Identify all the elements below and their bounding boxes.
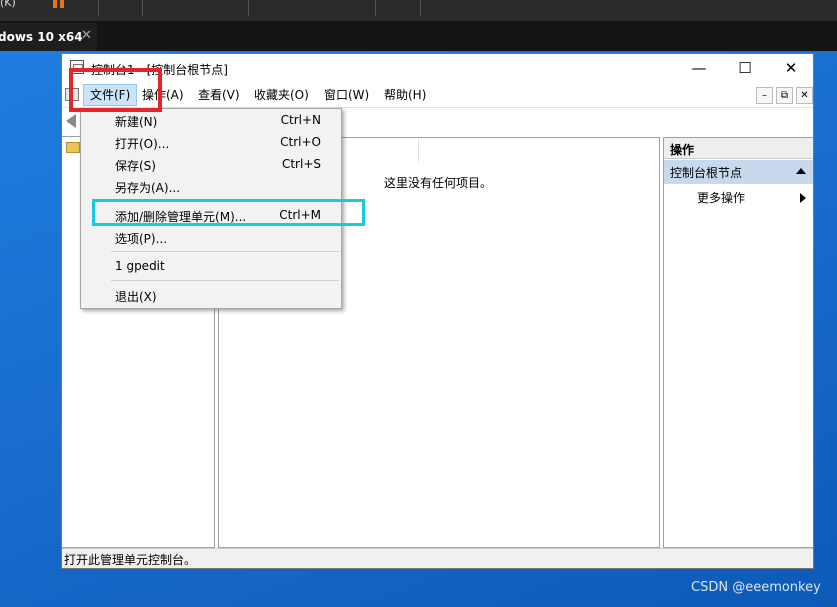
menu-item-shortcut: Ctrl+S — [281, 157, 321, 171]
back-arrow-icon[interactable] — [66, 114, 76, 128]
maximize-button[interactable]: ☐ — [734, 59, 756, 77]
menu-item-label: 保存(S) — [115, 159, 156, 173]
action-section-console-root[interactable]: 控制台根节点 — [664, 160, 813, 184]
pause-icon[interactable] — [53, 0, 65, 10]
status-bar: 打开此管理单元控制台。 — [62, 548, 813, 568]
toolbar-divider — [142, 0, 143, 16]
menu-bar: 文件(F) 操作(A) 查看(V) 收藏夹(O) 窗口(W) 帮助(H) – ⧉… — [62, 84, 813, 106]
collapse-arrow-icon[interactable] — [796, 168, 806, 174]
menu-favorites[interactable]: 收藏夹(O) — [248, 84, 315, 106]
vm-tab-label: dows 10 x64 — [0, 30, 83, 44]
highlight-add-remove-snapin — [92, 199, 365, 226]
menu-item-label: 另存为(A)... — [115, 181, 181, 195]
action-pane-header: 操作 — [664, 138, 813, 159]
host-tabbar: dows 10 x64 ✕ — [0, 21, 837, 51]
minimize-button[interactable]: — — [688, 59, 710, 77]
highlight-file-menu — [69, 68, 162, 112]
menu-item-save-as[interactable]: 另存为(A)... — [81, 176, 341, 198]
menu-item-label: 选项(P)... — [115, 232, 168, 246]
menu-item-recent-gpedit[interactable]: 1 gpedit — [81, 256, 341, 278]
menu-window[interactable]: 窗口(W) — [318, 84, 375, 106]
host-toolbar: (K) — [0, 0, 837, 21]
menu-separator — [111, 280, 339, 281]
menu-item-open[interactable]: 打开(O)... Ctrl+O — [81, 132, 341, 154]
toolbar-divider — [375, 0, 376, 16]
menu-item-label: 1 gpedit — [115, 259, 165, 273]
menu-item-new[interactable]: 新建(N) Ctrl+N — [81, 110, 341, 132]
more-actions-item[interactable]: 更多操作 — [697, 189, 745, 206]
menu-help[interactable]: 帮助(H) — [378, 84, 432, 106]
menu-view[interactable]: 查看(V) — [192, 84, 246, 106]
close-button[interactable]: ✕ — [780, 59, 802, 77]
action-pane: 操作 控制台根节点 更多操作 — [663, 137, 813, 548]
mdi-restore-button[interactable]: ⧉ — [776, 87, 793, 104]
menu-item-label: 打开(O)... — [115, 137, 170, 151]
empty-message: 这里没有任何项目。 — [384, 176, 493, 190]
menu-item-save[interactable]: 保存(S) Ctrl+S — [81, 154, 341, 176]
menu-item-exit[interactable]: 退出(X) — [81, 285, 341, 307]
submenu-arrow-icon[interactable] — [800, 193, 806, 203]
column-divider — [418, 138, 419, 162]
menu-item-options[interactable]: 选项(P)... — [81, 227, 341, 249]
mdi-minimize-button[interactable]: – — [756, 87, 773, 104]
toolbar-divider — [248, 0, 249, 16]
mdi-close-button[interactable]: ✕ — [796, 87, 813, 104]
menu-item-shortcut: Ctrl+O — [280, 135, 321, 149]
toolbar-divider — [98, 0, 99, 16]
host-toolbar-text: (K) — [0, 0, 16, 9]
status-text: 打开此管理单元控制台。 — [64, 553, 197, 567]
folder-icon[interactable] — [66, 142, 80, 153]
menu-item-label: 新建(N) — [115, 115, 158, 129]
vm-tab[interactable]: dows 10 x64 ✕ — [0, 23, 97, 51]
toolbar-divider — [420, 0, 421, 16]
close-icon[interactable]: ✕ — [81, 28, 92, 43]
title-bar: 控制台1 - [控制台根节点] — ☐ ✕ — [62, 54, 813, 84]
menu-item-shortcut: Ctrl+N — [280, 113, 321, 127]
watermark: CSDN @eeemonkey — [691, 580, 821, 595]
menu-separator — [111, 251, 339, 252]
menu-item-label: 退出(X) — [115, 290, 157, 304]
action-section-label: 控制台根节点 — [670, 166, 743, 180]
